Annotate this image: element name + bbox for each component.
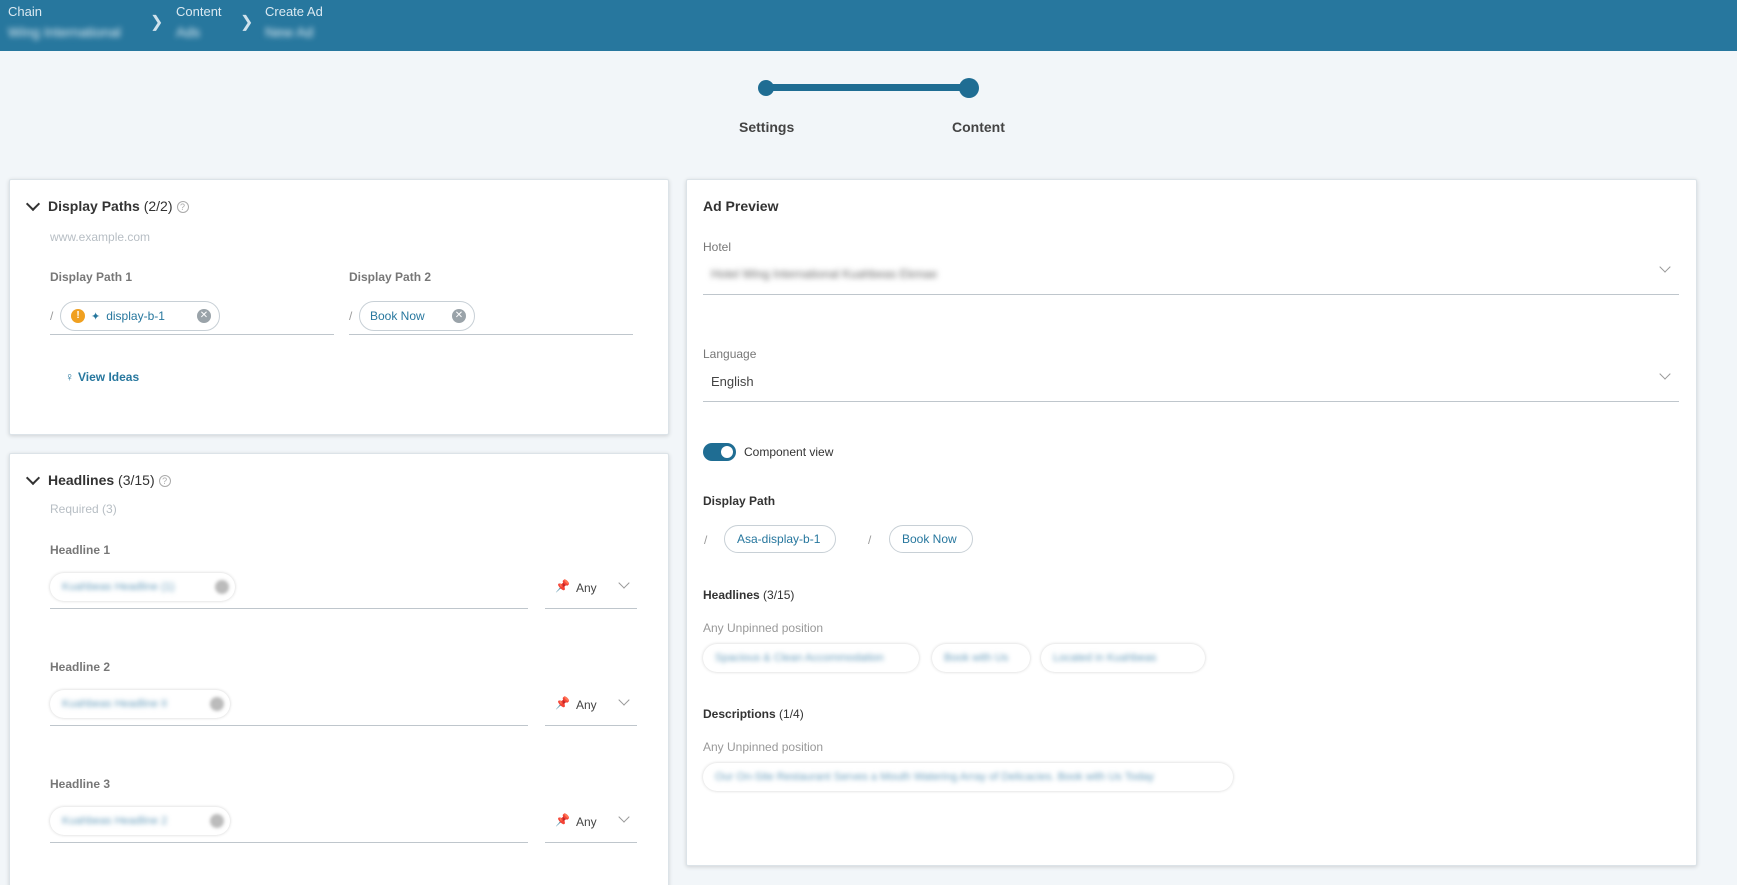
pin-icon: 📌 bbox=[555, 696, 570, 710]
stepper-line bbox=[766, 84, 971, 91]
lightbulb-icon: ♀ bbox=[65, 370, 74, 384]
path-separator: / bbox=[868, 533, 872, 547]
remove-icon[interactable]: ✕ bbox=[452, 309, 466, 323]
hotel-underline bbox=[703, 294, 1679, 295]
path-separator: / bbox=[50, 309, 54, 323]
pin-underline bbox=[545, 608, 637, 609]
step-dot-settings[interactable] bbox=[758, 80, 774, 96]
pin-icon: 📌 bbox=[555, 579, 570, 593]
headlines-title: Headlines (3/15)? bbox=[48, 472, 171, 488]
headline-1-label: Headline 1 bbox=[50, 543, 111, 557]
component-view-label: Component view bbox=[744, 445, 834, 459]
remove-icon[interactable] bbox=[210, 814, 224, 828]
remove-icon[interactable] bbox=[215, 580, 229, 594]
step-label-settings[interactable]: Settings bbox=[739, 119, 794, 135]
path2-underline bbox=[349, 334, 633, 335]
headline-3-pin-select[interactable]: Any bbox=[576, 815, 597, 829]
preview-headline-chip: Spacious & Clean Accommodation bbox=[703, 644, 919, 672]
language-select-value[interactable]: English bbox=[711, 374, 754, 389]
hotel-label: Hotel bbox=[703, 240, 732, 254]
headline-2-pin-select[interactable]: Any bbox=[576, 698, 597, 712]
display-path-2-label: Display Path 2 bbox=[349, 270, 432, 284]
headlines-unpinned-label: Any Unpinned position bbox=[703, 621, 824, 635]
required-note: Required (3) bbox=[50, 502, 117, 516]
display-path-1-label: Display Path 1 bbox=[50, 270, 133, 284]
headline-1-chip[interactable]: Kuahbeas Headline (1) bbox=[50, 573, 235, 601]
top-bar: Chain Wing International ❯ Content Ads ❯… bbox=[0, 0, 1737, 51]
chevron-right-icon: ❯ bbox=[150, 14, 164, 31]
headline-3-chip[interactable]: Kuahbeas Headline 2 bbox=[50, 807, 230, 835]
display-path-heading: Display Path bbox=[703, 494, 776, 508]
headline-2-chip[interactable]: Kuahbeas Headline II bbox=[50, 690, 230, 718]
help-icon[interactable]: ? bbox=[176, 201, 189, 213]
preview-descriptions-heading: Descriptions (1/4) bbox=[703, 707, 804, 721]
chevron-right-icon: ❯ bbox=[240, 14, 254, 31]
preview-path-2-chip: Book Now bbox=[889, 525, 973, 553]
path1-underline bbox=[50, 334, 334, 335]
descriptions-unpinned-label: Any Unpinned position bbox=[703, 740, 824, 754]
path-separator: / bbox=[704, 533, 708, 547]
ad-preview-title: Ad Preview bbox=[703, 198, 779, 214]
warning-icon: ! bbox=[71, 309, 85, 323]
preview-headline-chip: Book with Us bbox=[932, 644, 1030, 672]
headline-2-label: Headline 2 bbox=[50, 660, 111, 674]
chevron-down-icon[interactable] bbox=[618, 577, 630, 589]
progress-stepper bbox=[758, 78, 980, 98]
headline-2-underline bbox=[50, 725, 528, 726]
chevron-down-icon[interactable] bbox=[618, 694, 630, 706]
headlines-card: Headlines (3/15)? Required (3) Headline … bbox=[9, 453, 669, 885]
remove-icon[interactable] bbox=[210, 697, 224, 711]
display-paths-title: Display Paths (2/2)? bbox=[48, 198, 189, 214]
language-underline bbox=[703, 401, 1679, 402]
component-view-toggle[interactable] bbox=[703, 443, 736, 461]
preview-description-chip: Our On-Site Restaurant Serves a Mouth Wa… bbox=[703, 763, 1233, 791]
chevron-down-icon[interactable] bbox=[618, 811, 630, 823]
display-path-2-chip[interactable]: Book Now ✕ bbox=[359, 301, 475, 331]
sparkle-icon: ✦ bbox=[91, 310, 101, 323]
base-url: www.example.com bbox=[50, 230, 151, 244]
breadcrumb-chain[interactable]: Chain Wing International bbox=[8, 4, 121, 40]
path-separator: / bbox=[349, 309, 353, 323]
display-paths-card: Display Paths (2/2)? www.example.com Dis… bbox=[9, 179, 669, 435]
pin-underline bbox=[545, 725, 637, 726]
language-label: Language bbox=[703, 347, 757, 361]
display-path-1-chip[interactable]: ! ✦ display-b-1 ✕ bbox=[60, 301, 220, 331]
breadcrumb-create-ad[interactable]: Create Ad New Ad bbox=[265, 4, 323, 40]
view-ideas-link[interactable]: ♀ View Ideas bbox=[65, 370, 139, 384]
pin-underline bbox=[545, 842, 637, 843]
chevron-down-icon[interactable] bbox=[1659, 261, 1671, 273]
collapse-chevron-icon[interactable] bbox=[25, 470, 41, 486]
pin-icon: 📌 bbox=[555, 813, 570, 827]
toggle-knob bbox=[721, 446, 733, 458]
hotel-select-value[interactable]: Hotel Wing International Kuahbeas Ekmae bbox=[711, 267, 937, 281]
collapse-chevron-icon[interactable] bbox=[25, 196, 41, 212]
preview-path-1-chip: Asa-display-b-1 bbox=[724, 525, 836, 553]
headline-1-underline bbox=[50, 608, 528, 609]
help-icon[interactable]: ? bbox=[158, 475, 171, 487]
headline-3-underline bbox=[50, 842, 528, 843]
remove-icon[interactable]: ✕ bbox=[197, 309, 211, 323]
step-label-content[interactable]: Content bbox=[952, 119, 1005, 135]
chevron-down-icon[interactable] bbox=[1659, 368, 1671, 380]
headline-1-pin-select[interactable]: Any bbox=[576, 581, 597, 595]
preview-headline-chip: Located in Kuahbeas bbox=[1041, 644, 1205, 672]
step-dot-content[interactable] bbox=[959, 78, 979, 98]
headline-3-label: Headline 3 bbox=[50, 777, 111, 791]
preview-headlines-heading: Headlines (3/15) bbox=[703, 588, 795, 602]
ad-preview-card: Ad Preview Hotel Hotel Wing Internationa… bbox=[686, 179, 1697, 866]
breadcrumb-content[interactable]: Content Ads bbox=[176, 4, 222, 40]
